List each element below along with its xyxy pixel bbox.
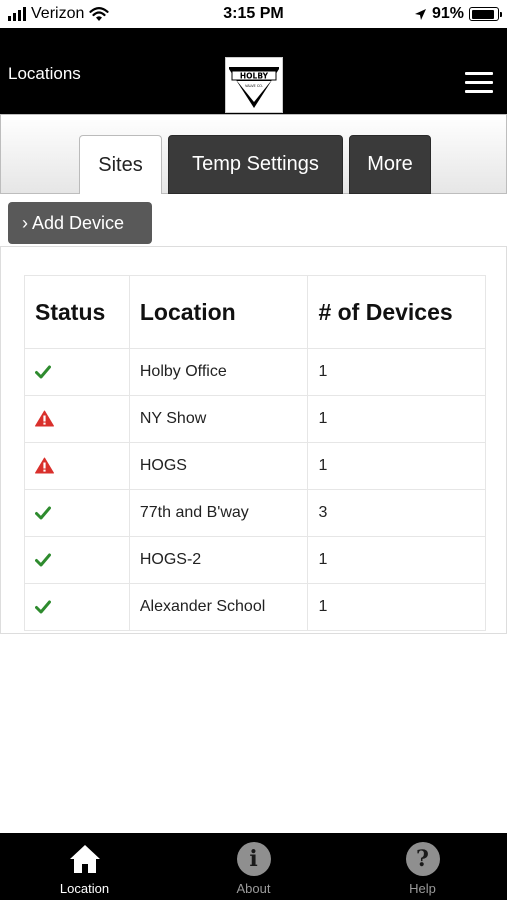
wifi-icon [89, 6, 109, 21]
status-cell [24, 395, 130, 443]
warning-icon [35, 457, 54, 474]
check-icon [35, 553, 51, 567]
nav-location[interactable]: Location [0, 833, 169, 900]
location-cell: HOGS-2 [128, 536, 309, 584]
warning-icon [35, 410, 54, 427]
devices-cell: 1 [307, 536, 486, 584]
location-arrow-icon [414, 8, 426, 20]
check-icon [35, 600, 51, 614]
battery-percent: 91% [431, 5, 464, 22]
status-cell [24, 348, 130, 396]
menu-icon-bar [465, 72, 493, 75]
devices-cell: 1 [307, 442, 486, 490]
devices-cell: 1 [307, 583, 486, 631]
column-header-devices: # of Devices [307, 275, 486, 349]
location-cell: Alexander School [128, 583, 309, 631]
menu-icon-bar [465, 81, 493, 84]
locations-table-container: Status Location # of Devices Holby Offic… [0, 246, 507, 634]
menu-icon-bar [465, 90, 493, 93]
bottom-navigation: Location i About ? Help [0, 833, 507, 900]
table-row[interactable]: 77th and B'way 3 [24, 489, 486, 537]
battery-icon [469, 7, 502, 21]
nav-location-label: Location [59, 881, 110, 896]
page-title: Locations [8, 64, 81, 83]
tab-bar: Sites Temp Settings More [0, 114, 507, 194]
status-cell [24, 489, 130, 537]
help-icon: ? [405, 842, 440, 876]
table-row[interactable]: NY Show 1 [24, 395, 486, 443]
check-icon [35, 365, 51, 379]
location-cell: HOGS [128, 442, 309, 490]
table-row[interactable]: Alexander School 1 [24, 583, 486, 631]
home-icon [69, 845, 100, 873]
tab-more[interactable]: More [349, 135, 431, 194]
add-device-button[interactable]: › Add Device [8, 202, 152, 244]
logo-subtext: VALVE CO. [245, 84, 263, 88]
table-row[interactable]: HOGS-2 1 [24, 536, 486, 584]
carrier-name: Verizon [31, 5, 85, 22]
table-row[interactable]: Holby Office 1 [24, 348, 486, 396]
status-cell [24, 536, 130, 584]
location-cell: 77th and B'way [128, 489, 309, 537]
nav-help[interactable]: ? Help [338, 833, 507, 900]
table-header-row: Status Location # of Devices [24, 275, 486, 349]
tab-sites[interactable]: Sites [79, 135, 162, 194]
app-header: Locations HOLBY VALVE CO. [0, 28, 507, 114]
table-row[interactable]: HOGS 1 [24, 442, 486, 490]
devices-cell: 1 [307, 395, 486, 443]
info-icon: i [236, 842, 271, 876]
check-icon [35, 506, 51, 520]
locations-table: Status Location # of Devices Holby Offic… [24, 275, 486, 631]
signal-icon [8, 7, 26, 21]
hamburger-menu-button[interactable] [465, 72, 493, 94]
devices-cell: 3 [307, 489, 486, 537]
column-header-location: Location [128, 275, 309, 349]
nav-help-label: Help [409, 881, 436, 896]
status-cell [24, 583, 130, 631]
holby-logo: HOLBY VALVE CO. [225, 57, 283, 113]
status-cell [24, 442, 130, 490]
tab-temp-settings[interactable]: Temp Settings [168, 135, 343, 194]
nav-about-label: About [236, 881, 271, 896]
location-cell: NY Show [128, 395, 309, 443]
logo-text: HOLBY [240, 72, 269, 81]
devices-cell: 1 [307, 348, 486, 396]
location-cell: Holby Office [128, 348, 309, 396]
status-bar: Verizon 3:15 PM 91% [0, 0, 507, 28]
column-header-status: Status [24, 275, 130, 349]
nav-about[interactable]: i About [169, 833, 338, 900]
